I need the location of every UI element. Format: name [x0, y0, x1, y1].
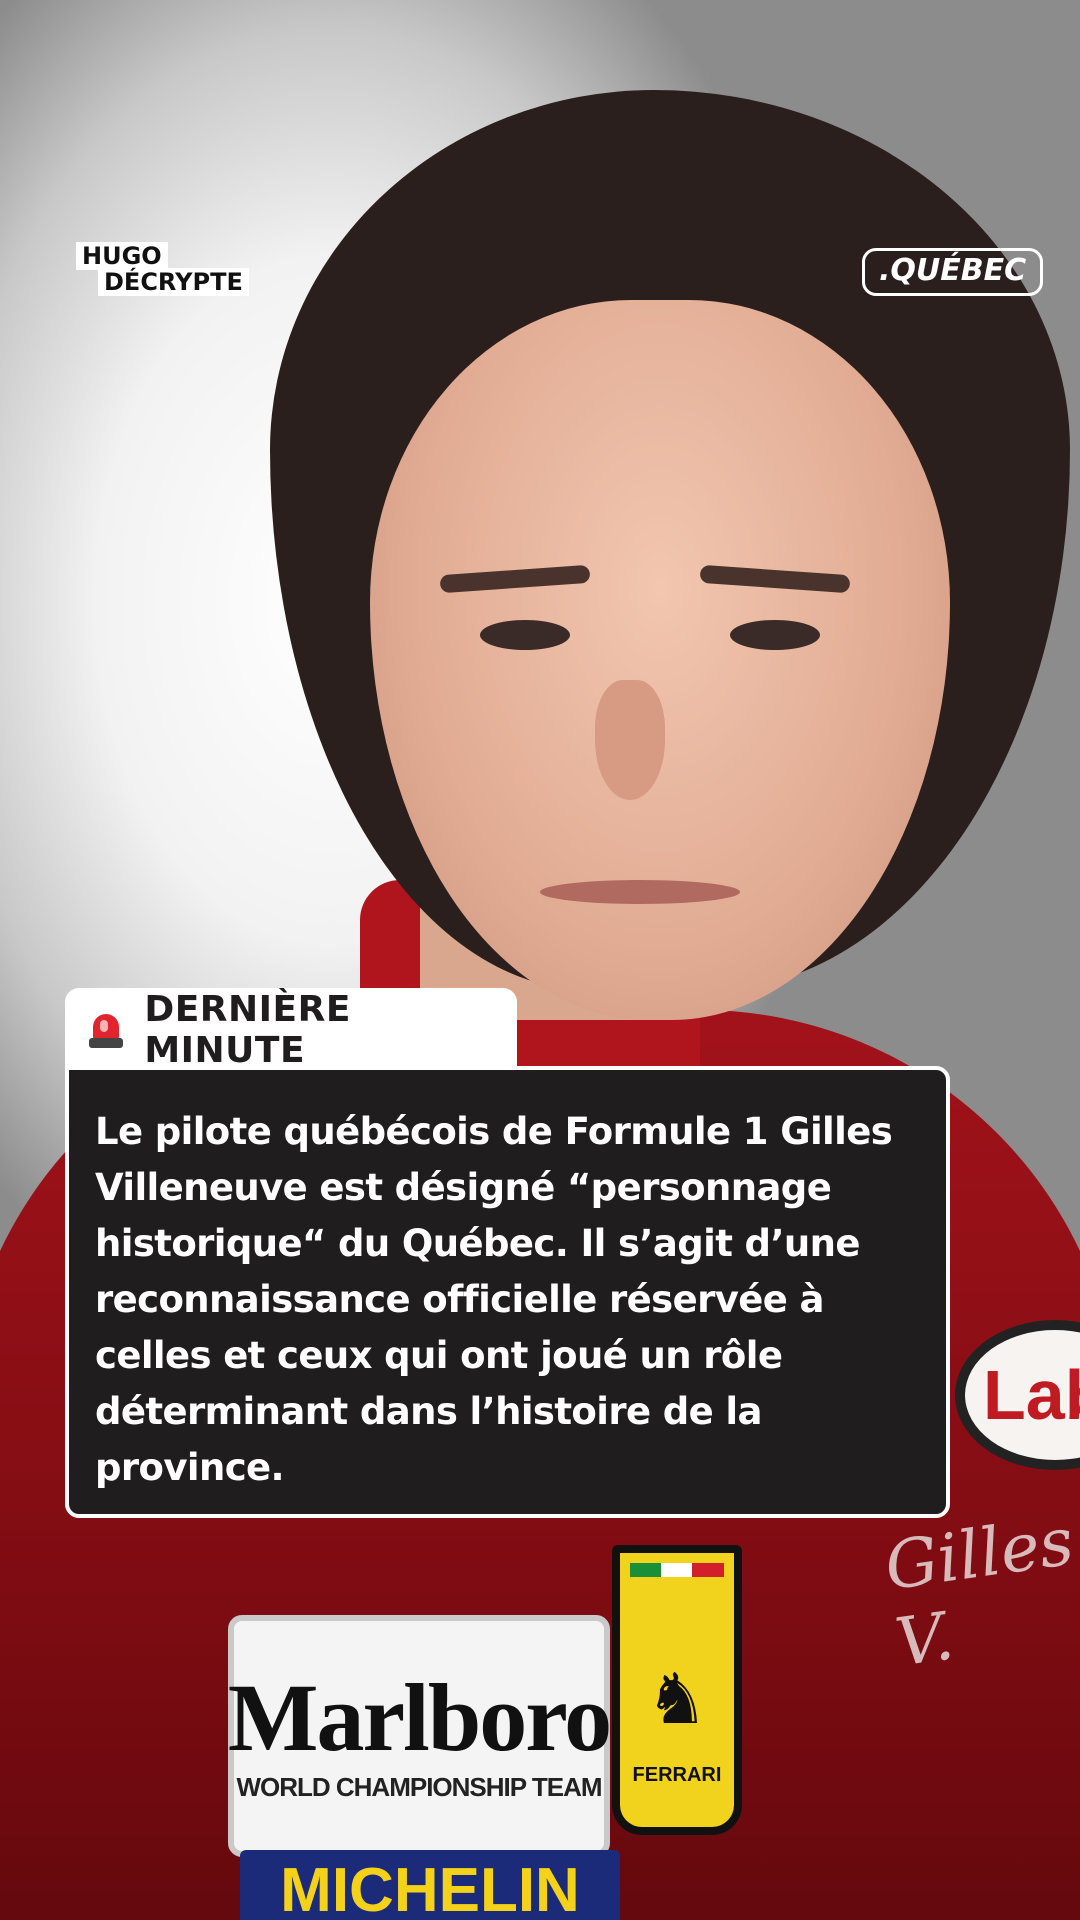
logo-line-2: DÉCRYPTE — [98, 268, 249, 296]
hugo-decrypte-logo: HUGO DÉCRYPTE — [76, 242, 256, 302]
news-text: Le pilote québécois de Formule 1 Gilles … — [95, 1110, 893, 1489]
michelin-patch-text: MICHELIN — [280, 1855, 580, 1920]
marlboro-patch-subtext: WORLD CHAMPIONSHIP TEAM — [236, 1771, 602, 1802]
right-eye — [730, 620, 820, 650]
prancing-horse-icon: ♞ — [645, 1658, 709, 1740]
breaking-news-label: DERNIÈRE MINUTE — [144, 989, 351, 1071]
logo-line-1: HUGO — [76, 242, 168, 270]
ferrari-patch-text: FERRARI — [632, 1764, 722, 1786]
breaking-news-tab: DERNIÈRE MINUTE — [65, 988, 517, 1072]
marlboro-patch-text: Marlboro — [227, 1663, 612, 1771]
ferrari-stripe — [630, 1563, 724, 1577]
labatt-patch-text: Lab — [983, 1356, 1080, 1434]
embroidered-signature: Gilles V. — [880, 1502, 1079, 1682]
mouth — [540, 880, 740, 904]
ferrari-patch: ♞ FERRARI — [612, 1545, 742, 1835]
news-card: Le pilote québécois de Formule 1 Gilles … — [65, 1066, 950, 1518]
michelin-patch: MICHELIN — [240, 1850, 620, 1920]
left-eye — [480, 620, 570, 650]
siren-icon — [89, 1010, 123, 1050]
quebec-badge: .QUÉBEC — [862, 248, 1044, 296]
marlboro-patch: Marlboro WORLD CHAMPIONSHIP TEAM — [227, 1615, 612, 1857]
nose — [595, 680, 665, 800]
